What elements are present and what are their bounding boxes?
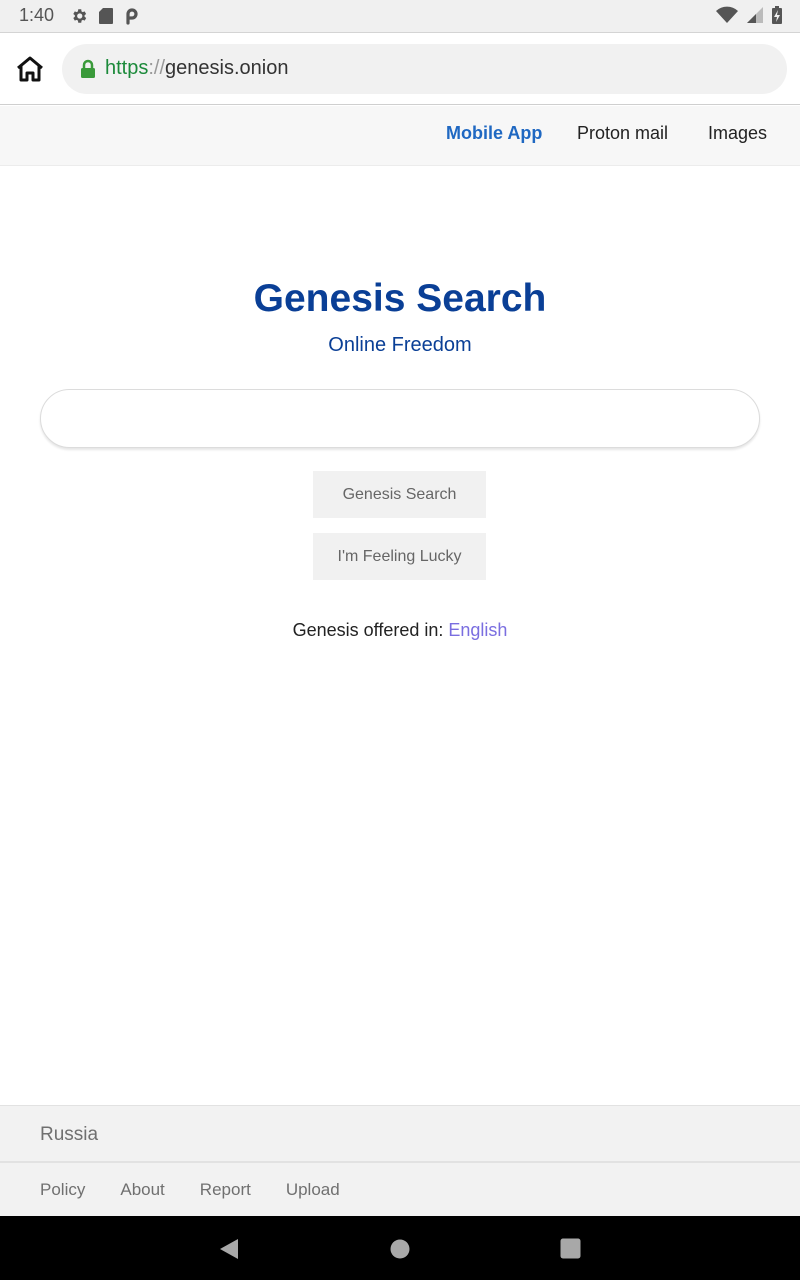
page-title: Genesis Search [253,277,547,320]
home-icon[interactable] [14,53,46,85]
address-bar[interactable]: https://genesis.onion [62,44,787,94]
footer-divider [0,1161,800,1163]
language-link-english[interactable]: English [448,620,507,640]
footer-link-upload[interactable]: Upload [286,1180,340,1200]
back-icon[interactable] [219,1238,239,1265]
footer-country: Russia [40,1124,99,1145]
footer-link-about[interactable]: About [120,1180,164,1200]
url-host: genesis.onion [165,57,289,79]
nav-link-proton-mail[interactable]: Proton mail [577,123,668,144]
search-input[interactable] [40,389,760,448]
battery-charging-icon [772,6,782,29]
nav-link-images[interactable]: Images [708,123,767,144]
footer-link-report[interactable]: Report [200,1180,251,1200]
browser-toolbar: https://genesis.onion [0,32,800,105]
url-text: https://genesis.onion [105,57,288,80]
language-offer-label: Genesis offered in: [292,620,449,640]
recents-icon[interactable] [560,1238,581,1264]
home-circle-icon[interactable] [390,1239,410,1264]
lock-icon [80,59,96,84]
url-separator: :// [148,57,166,79]
p-app-icon [124,7,140,30]
cell-signal-icon [746,6,764,29]
feeling-lucky-button[interactable]: I'm Feeling Lucky [313,533,486,580]
url-scheme: https [105,57,149,79]
search-button[interactable]: Genesis Search [313,471,486,518]
footer-links: Policy About Report Upload [40,1180,340,1200]
settings-icon [70,7,88,30]
footer: Russia Policy About Report Upload [0,1105,800,1216]
nav-link-mobile-app[interactable]: Mobile App [446,123,542,144]
sd-card-icon [98,7,114,30]
system-nav-bar [0,1216,800,1280]
page-subtitle: Online Freedom [328,334,472,356]
status-time: 1:40 [19,5,55,25]
status-bar: 1:40 [0,0,800,32]
top-nav: Mobile App Proton mail Images [0,106,800,166]
language-offer: Genesis offered in: English [0,620,800,641]
footer-link-policy[interactable]: Policy [40,1180,85,1200]
wifi-icon [716,6,738,29]
